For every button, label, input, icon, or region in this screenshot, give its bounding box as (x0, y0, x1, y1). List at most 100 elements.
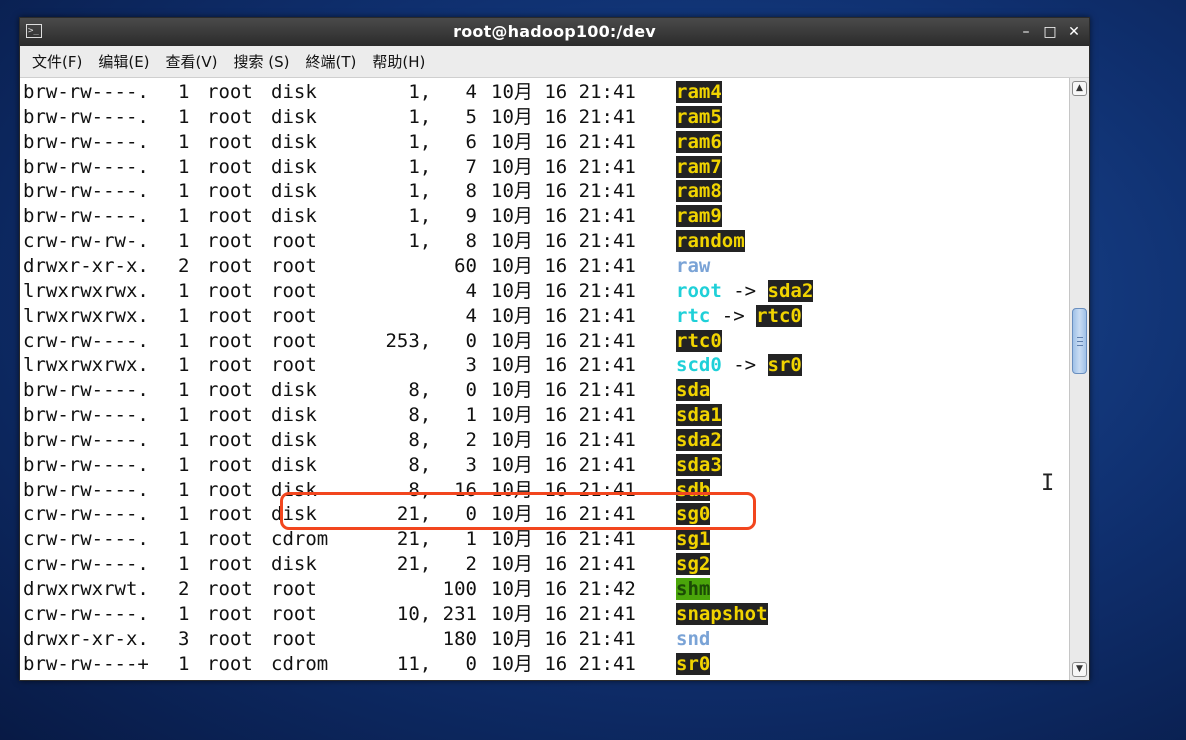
size-cell: 21, 2 (396, 553, 477, 576)
permissions-cell: brw-rw----. (23, 81, 149, 103)
permissions-cell: crw-rw----. (23, 528, 149, 551)
owner-cell: root (207, 528, 253, 551)
size-cell: 1, 9 (408, 205, 477, 228)
size-cell: 1, 8 (408, 230, 477, 253)
owner-cell: root (207, 553, 253, 576)
filename: sr0 (676, 652, 711, 675)
symlink-target: rtc0 (756, 304, 802, 327)
owner-cell: root (207, 180, 253, 203)
permissions-cell: drwxrwxrwt. (23, 578, 149, 600)
filename-cell: scd0 -> sr0 (676, 353, 802, 377)
filename-cell: sda2 (676, 428, 722, 452)
link-count-cell: 1 (178, 652, 190, 675)
owner-cell: root (207, 453, 253, 476)
date-cell: 10月 16 21:41 (491, 528, 636, 551)
size-cell: 3 (465, 354, 477, 377)
terminal-window: >_ root@hadoop100:/dev – □ ✕ 文件(F) 编辑(E)… (19, 17, 1090, 681)
permissions-cell: brw-rw----. (23, 155, 149, 178)
filename: sda2 (676, 428, 722, 451)
date-cell: 10月 16 21:41 (491, 155, 636, 178)
scroll-down-icon[interactable]: ▼ (1072, 662, 1087, 677)
group-cell: root (271, 304, 317, 327)
minimize-icon[interactable]: – (1019, 25, 1033, 39)
filename-cell: sr0 (676, 652, 711, 676)
owner-cell: root (207, 379, 253, 402)
filename: sda (676, 379, 711, 402)
filename-cell: snd (676, 627, 710, 651)
filename-cell: root -> sda2 (676, 279, 814, 303)
size-cell: 21, 1 (396, 528, 477, 551)
group-cell: disk (271, 453, 317, 476)
maximize-icon[interactable]: □ (1043, 25, 1057, 39)
menu-terminal[interactable]: 終端(T) (298, 46, 365, 78)
date-cell: 10月 16 21:41 (491, 130, 636, 153)
link-count-cell: 1 (178, 453, 190, 476)
scroll-up-icon[interactable]: ▲ (1072, 81, 1087, 96)
group-cell: disk (271, 180, 317, 203)
filename-cell: sda (676, 378, 711, 402)
permissions-cell: crw-rw----. (23, 329, 149, 352)
size-cell: 60 (454, 254, 477, 277)
date-cell: 10月 16 21:41 (491, 279, 636, 302)
filename: ram7 (676, 155, 722, 178)
permissions-cell: brw-rw----. (23, 478, 149, 501)
permissions-cell: brw-rw----. (23, 428, 149, 451)
menu-search[interactable]: 搜索 (S) (226, 46, 298, 78)
filename-cell: sg1 (676, 527, 711, 551)
filename-cell: rtc -> rtc0 (676, 304, 802, 328)
symlink-arrow: -> (721, 279, 768, 302)
size-cell: 8, 0 (408, 379, 477, 402)
filename: raw (676, 254, 711, 277)
size-cell: 8, 1 (408, 404, 477, 427)
size-cell: 1, 5 (408, 105, 477, 128)
owner-cell: root (207, 503, 253, 526)
date-cell: 10月 16 21:42 (491, 578, 636, 600)
filename-cell: ram4 (676, 80, 722, 104)
menu-view[interactable]: 查看(V) (158, 46, 226, 78)
filename: ram4 (676, 81, 722, 103)
group-cell: root (271, 230, 317, 253)
close-icon[interactable]: ✕ (1067, 25, 1081, 39)
menu-help[interactable]: 帮助(H) (364, 46, 433, 78)
owner-cell: root (207, 404, 253, 427)
permissions-cell: brw-rw----. (23, 453, 149, 476)
link-count-cell: 1 (178, 81, 190, 103)
size-cell: 4 (465, 279, 477, 302)
link-count-cell: 1 (178, 205, 190, 228)
group-cell: root (271, 254, 317, 277)
filename: sda3 (676, 453, 722, 476)
filename: ram8 (676, 180, 722, 203)
menu-file[interactable]: 文件(F) (24, 46, 90, 78)
link-count-cell: 1 (178, 404, 190, 427)
size-cell: 180 (442, 627, 477, 650)
filename: random (676, 230, 745, 253)
group-cell: disk (271, 105, 317, 128)
filename: snapshot (676, 602, 768, 625)
link-count-cell: 1 (178, 528, 190, 551)
size-cell: 253, 0 (385, 329, 477, 352)
date-cell: 10月 16 21:41 (491, 428, 636, 451)
owner-cell: root (207, 652, 253, 675)
filename-cell: ram6 (676, 130, 722, 154)
size-cell: 8, 2 (408, 428, 477, 451)
symlink-target: sda2 (767, 279, 814, 302)
vertical-scrollbar[interactable]: ▲ ▼ (1069, 78, 1089, 680)
group-cell: root (271, 329, 317, 352)
filename: ram6 (676, 130, 722, 153)
group-cell: root (271, 578, 317, 600)
filename-cell: sg2 (676, 552, 711, 576)
menu-edit[interactable]: 编辑(E) (90, 46, 157, 78)
group-cell: root (271, 602, 317, 625)
permissions-cell: brw-rw----+ (23, 652, 149, 675)
scrollbar-thumb[interactable] (1072, 308, 1087, 374)
date-cell: 10月 16 21:41 (491, 354, 636, 377)
title-bar[interactable]: >_ root@hadoop100:/dev – □ ✕ (20, 18, 1089, 46)
filename: rtc (676, 304, 711, 327)
group-cell: disk (271, 81, 317, 103)
terminal-output[interactable]: brw-rw----. 1 root disk 1, 4 10月 16 21:41 ram4… (20, 78, 1069, 680)
group-cell: disk (271, 379, 317, 402)
owner-cell: root (207, 578, 253, 600)
size-cell: 4 (465, 304, 477, 327)
date-cell: 10月 16 21:41 (491, 404, 636, 427)
owner-cell: root (207, 602, 253, 625)
